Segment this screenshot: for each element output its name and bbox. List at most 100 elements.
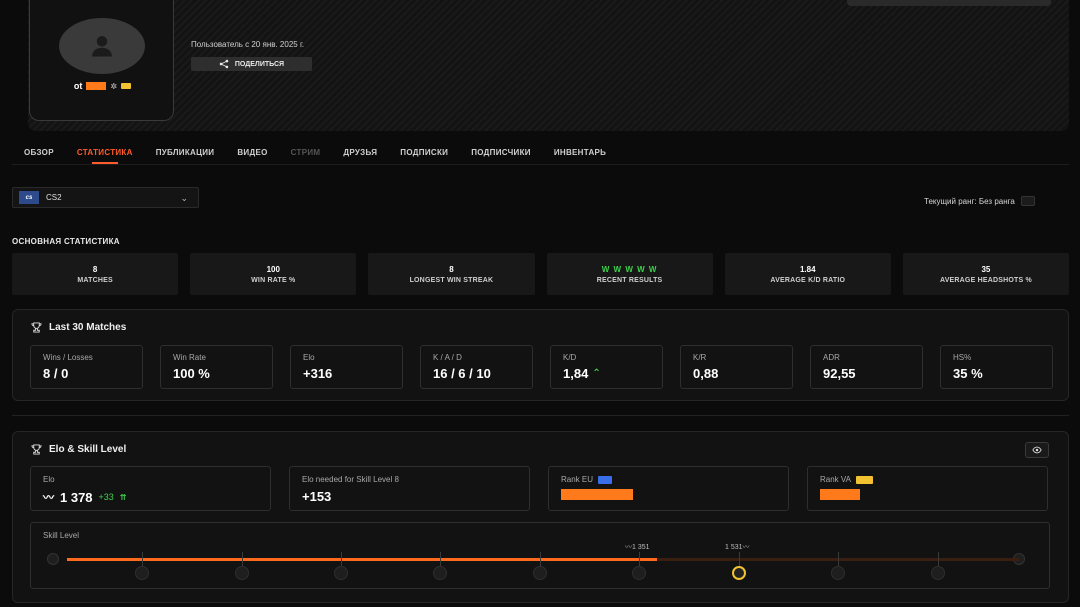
skill-level-9-icon bbox=[931, 566, 945, 580]
skill-level-7-icon bbox=[732, 566, 746, 580]
trophy-icon bbox=[31, 322, 42, 333]
share-icon bbox=[219, 59, 229, 69]
stat-recent-results: W W W W W RECENT RESULTS bbox=[546, 253, 713, 295]
last-30-matches-panel: Last 30 Matches Wins / Losses 8 / 0 Win … bbox=[12, 309, 1069, 401]
skill-mark-left-value: 1 351 bbox=[632, 544, 650, 551]
tab-friends[interactable]: ДРУЗЬЯ bbox=[343, 148, 377, 164]
section-divider bbox=[12, 415, 1069, 416]
tab-following[interactable]: ПОДПИСКИ bbox=[400, 148, 448, 164]
elo-needed-box: Elo needed for Skill Level 8 +153 bbox=[289, 466, 530, 511]
stat-value: W W W W W bbox=[601, 264, 658, 274]
stat-value: 8 / 0 bbox=[43, 366, 69, 381]
stat-longest-streak: 8 LONGEST WIN STREAK bbox=[368, 253, 535, 295]
stat-value: 8 bbox=[449, 264, 454, 274]
cs2-logo-icon: cs bbox=[19, 191, 39, 204]
skill-tick bbox=[639, 552, 640, 566]
stat-value: 100 % bbox=[173, 366, 210, 381]
eye-icon bbox=[1032, 446, 1042, 454]
stat-value: +316 bbox=[303, 366, 333, 381]
tab-stream[interactable]: СТРИМ bbox=[291, 148, 321, 164]
stat-label: Elo bbox=[303, 353, 315, 362]
current-rank-label: Текущий ранг: Без ранга bbox=[924, 196, 1015, 206]
game-select[interactable]: cs CS2 ⌄ bbox=[12, 187, 199, 208]
profile-tabs: ОБЗОР СТАТИСТИКА ПУБЛИКАЦИИ ВИДЕО СТРИМ … bbox=[24, 148, 629, 164]
chevron-down-icon: ⌄ bbox=[180, 193, 188, 203]
skill-level-1-icon bbox=[135, 566, 149, 580]
skill-level-box: Skill Level 〰1 351 1 531〰 bbox=[30, 522, 1050, 589]
elo-skill-panel: Elo & Skill Level Elo 〰 1 378 +33 ⇈ Elo … bbox=[12, 431, 1069, 603]
user-icon bbox=[92, 36, 112, 57]
stat-value: 16 / 6 / 10 bbox=[433, 366, 491, 381]
stat-win-rate: 100 WIN RATE % bbox=[190, 253, 357, 295]
stat-value: 100 bbox=[266, 264, 280, 274]
tab-overview[interactable]: ОБЗОР bbox=[24, 148, 54, 164]
verified-icon: ✲ bbox=[110, 81, 118, 91]
trend-up-icon: ⌃ bbox=[592, 368, 601, 379]
stat-label: K/R bbox=[693, 353, 707, 362]
skill-level-3-icon bbox=[334, 566, 348, 580]
skill-mark-left: 〰1 351 bbox=[625, 542, 650, 552]
double-up-icon: ⇈ bbox=[119, 492, 127, 502]
stat-elo-30: Elo +316 bbox=[290, 345, 403, 389]
visibility-toggle[interactable] bbox=[1025, 442, 1049, 458]
elo-delta: +33 bbox=[98, 492, 114, 502]
avatar[interactable] bbox=[59, 18, 145, 74]
skill-level-4-icon bbox=[433, 566, 447, 580]
main-stats-title: ОСНОВНАЯ СТАТИСТИКА bbox=[12, 237, 120, 246]
stat-value: 1,84 bbox=[563, 366, 589, 381]
country-flag-icon bbox=[121, 83, 132, 89]
skill-track bbox=[67, 558, 1019, 561]
stat-kd: K/D 1,84 ⌃ bbox=[550, 345, 663, 389]
region-eu-icon bbox=[598, 475, 613, 484]
stat-label: LONGEST WIN STREAK bbox=[409, 276, 494, 284]
stat-value: 8 bbox=[92, 264, 98, 274]
member-since: Пользователь с 20 янв. 2025 г. bbox=[191, 40, 305, 49]
wave-icon: 〰 bbox=[625, 544, 632, 551]
stat-label: HS% bbox=[953, 353, 972, 362]
tabs-divider bbox=[12, 164, 1069, 165]
rank-eu-box: Rank EU bbox=[548, 466, 789, 511]
tab-video[interactable]: ВИДЕО bbox=[237, 148, 267, 164]
stat-headshots: 35 AVERAGE HEADSHOTS % bbox=[902, 253, 1070, 295]
stat-adr: ADR 92,55 bbox=[810, 345, 923, 389]
stat-wins-losses: Wins / Losses 8 / 0 bbox=[30, 345, 143, 389]
country-flag-icon bbox=[855, 475, 873, 484]
panel-title-text: Last 30 Matches bbox=[49, 322, 127, 333]
stat-kd-ratio: 1.84 AVERAGE K/D RATIO bbox=[724, 253, 891, 295]
stat-label: Wins / Losses bbox=[43, 353, 93, 362]
stat-hs: HS% 35 % bbox=[940, 345, 1053, 389]
elo-box: Elo 〰 1 378 +33 ⇈ bbox=[30, 466, 271, 511]
skill-progress bbox=[67, 558, 658, 561]
stat-kad: K / A / D 16 / 6 / 10 bbox=[420, 345, 533, 389]
tab-followers[interactable]: ПОДПИСЧИКИ bbox=[471, 148, 531, 164]
tab-inventory[interactable]: ИНВЕНТАРЬ bbox=[554, 148, 606, 164]
rank-eu-redacted bbox=[561, 489, 633, 500]
skill-tick bbox=[838, 552, 839, 566]
panel-title-text: Elo & Skill Level bbox=[49, 444, 127, 455]
skill-tick bbox=[739, 552, 740, 566]
rank-icon bbox=[1020, 196, 1035, 206]
skill-level-2-icon bbox=[235, 566, 249, 580]
tab-statistics[interactable]: СТАТИСТИКА bbox=[77, 148, 133, 164]
banner-top-bar bbox=[847, 0, 1051, 6]
stat-matches: 8 MATCHES bbox=[12, 253, 179, 295]
stat-value: 0,88 bbox=[693, 366, 719, 381]
stat-value: 35 % bbox=[953, 366, 983, 381]
tab-publications[interactable]: ПУБЛИКАЦИИ bbox=[156, 148, 215, 164]
skill-level-5-icon bbox=[533, 566, 547, 580]
skill-tick bbox=[938, 552, 939, 566]
elo-label: Elo bbox=[43, 475, 55, 484]
share-button[interactable]: ПОДЕЛИТЬСЯ bbox=[191, 57, 312, 71]
elo-stats: Elo 〰 1 378 +33 ⇈ Elo needed for Skill L… bbox=[30, 466, 1048, 511]
stat-value: 1.84 bbox=[799, 264, 816, 274]
stat-label: MATCHES bbox=[77, 276, 113, 284]
skill-tick bbox=[341, 552, 342, 566]
game-select-value: CS2 bbox=[46, 193, 62, 202]
elo-needed-label: Elo needed for Skill Level 8 bbox=[302, 475, 399, 484]
stat-label: K/D bbox=[563, 353, 577, 362]
nickname: ot bbox=[73, 81, 83, 91]
skill-tick bbox=[440, 552, 441, 566]
stat-kr: K/R 0,88 bbox=[680, 345, 793, 389]
skill-tick bbox=[142, 552, 143, 566]
stat-label: Win Rate bbox=[173, 353, 206, 362]
